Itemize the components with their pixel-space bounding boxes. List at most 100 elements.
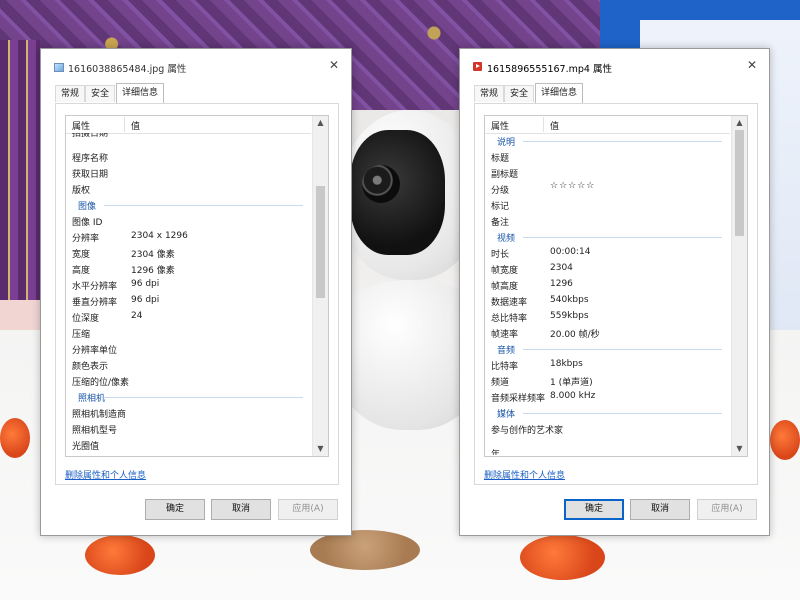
column-header-value[interactable]: 值 [550,119,559,132]
property-row[interactable]: 压缩的位/像素 [66,373,311,389]
property-row[interactable]: 获取日期 [66,165,311,181]
category-row[interactable]: 图像 [66,197,311,213]
ok-button[interactable]: 确定 [145,499,205,520]
property-name: 分辨率 [72,234,100,244]
property-row[interactable]: 分辨率 2304 x 1296 [66,229,311,245]
property-row[interactable]: 分级 ☆☆☆☆☆ [485,181,730,197]
property-row[interactable]: 分辨率单位 [66,341,311,357]
ok-button[interactable]: 确定 [564,499,624,520]
property-row[interactable]: 比特率 18kbps [485,357,730,373]
property-row[interactable]: 照相机型号 [66,421,311,437]
close-icon[interactable]: ✕ [327,58,341,72]
category-label: 照相机 [78,394,106,404]
category-divider [104,397,303,398]
property-row[interactable]: 位深度 24 [66,309,311,325]
background-cloth-left [0,40,40,300]
column-separator[interactable] [124,117,125,132]
cancel-button[interactable]: 取消 [211,499,271,520]
details-panel: 属性 值 拍摄日期程序名称获取日期 版权 图像 图像 ID 分辨率 2304 x 1296… [55,103,339,485]
property-row[interactable]: 垂直分辨率 96 dpi [66,293,311,309]
property-row[interactable]: 副标题 [485,165,730,181]
property-row[interactable]: 光圈值 [66,437,311,453]
tab-security[interactable]: 安全 [85,85,116,102]
column-separator[interactable] [543,117,544,132]
category-row[interactable]: 媒体 [485,405,730,421]
column-header-property[interactable]: 属性 [72,119,90,132]
property-name: 获取日期 [72,170,109,180]
title-bar[interactable]: 1616038865484.jpg 属性 ✕ [41,49,351,81]
category-row[interactable]: 照相机 [66,389,311,405]
vertical-scrollbar[interactable]: ▲ ▼ [731,116,747,456]
property-name: 垂直分辨率 [72,298,118,308]
property-row[interactable]: 音频采样频率 8.000 kHz [485,389,730,405]
property-row[interactable]: 时长 00:00:14 [485,245,730,261]
nut-shell [310,530,420,570]
scrollbar-thumb[interactable] [316,186,325,298]
category-row[interactable]: 说明 [485,133,730,149]
property-row[interactable]: 标记 [485,197,730,213]
property-row[interactable]: 参与创作的艺术家 [485,421,730,437]
vertical-scrollbar[interactable]: ▲ ▼ [312,116,328,456]
column-header-property[interactable]: 属性 [491,119,509,132]
category-divider [523,141,722,142]
orange-peel [0,418,30,458]
tab-general[interactable]: 常规 [474,85,505,102]
property-row[interactable]: 标题 [485,149,730,165]
column-header-value[interactable]: 值 [131,119,140,132]
scroll-up-arrow-icon[interactable]: ▲ [732,116,747,130]
property-row[interactable]: 年 [485,437,730,455]
orange-peel [520,535,605,580]
property-row[interactable]: 水平分辨率 96 dpi [66,277,311,293]
property-row[interactable]: 高度 1296 像素 [66,261,311,277]
scroll-down-arrow-icon[interactable]: ▼ [732,442,747,456]
list-header: 属性 值 [485,116,730,134]
tab-details[interactable]: 详细信息 [116,83,165,103]
property-row[interactable]: 宽度 2304 像素 [66,245,311,261]
remove-properties-link[interactable]: 删除属性和个人信息 [484,468,565,481]
title-bar[interactable]: 1615896555167.mp4 属性 ✕ [460,49,769,81]
property-row[interactable]: 颜色表示 [66,357,311,373]
property-row[interactable]: 数据速率 540kbps [485,293,730,309]
property-row[interactable]: 频道 1 (单声道) [485,373,730,389]
scroll-up-arrow-icon[interactable]: ▲ [313,116,328,130]
apply-button[interactable]: 应用(A) [278,499,338,520]
property-value: 2304 x 1296 [131,231,188,241]
category-row[interactable]: 视频 [485,229,730,245]
property-name: 压缩的位/像素 [72,378,130,388]
property-row[interactable]: 版权 [66,181,311,197]
property-row[interactable]: 总比特率 559kbps [485,309,730,325]
tab-general[interactable]: 常规 [55,85,86,102]
property-list[interactable]: 属性 值 拍摄日期程序名称获取日期 版权 图像 图像 ID 分辨率 2304 x 1296… [65,115,329,457]
property-row[interactable]: 帧速率 20.00 帧/秒 [485,325,730,341]
rating-stars-icon[interactable]: ☆☆☆☆☆ [550,181,595,191]
property-row[interactable]: 图像 ID [66,213,311,229]
property-value: 559kbps [550,311,589,321]
property-name: 位深度 [72,314,100,324]
details-panel: 属性 值 说明 标题 副标题分级 ☆☆☆☆☆ 标记 备注 视频 时长 00:00:14 帧宽度 23… [474,103,758,485]
tab-details[interactable]: 详细信息 [535,83,584,103]
property-row[interactable]: 程序名称 [66,149,311,165]
property-row[interactable]: 备注 [485,213,730,229]
property-row[interactable]: 帧宽度 2304 [485,261,730,277]
property-row[interactable]: 压缩 [66,325,311,341]
property-name: 分级 [491,186,510,196]
property-row[interactable]: 照相机制造商 [66,405,311,421]
scroll-down-arrow-icon[interactable]: ▼ [313,442,328,456]
property-row[interactable]: 拍摄日期 [66,133,311,149]
scrollbar-thumb[interactable] [735,130,744,236]
property-row[interactable]: 帧高度 1296 [485,277,730,293]
property-name: 音频采样频率 [491,394,546,404]
close-icon[interactable]: ✕ [745,58,759,72]
category-row[interactable]: 音频 [485,341,730,357]
apply-button[interactable]: 应用(A) [697,499,757,520]
property-name: 光圈值 [72,442,100,452]
property-name: 程序名称 [72,154,109,164]
category-divider [523,237,722,238]
cancel-button[interactable]: 取消 [630,499,690,520]
tab-security[interactable]: 安全 [504,85,535,102]
property-rows: 拍摄日期程序名称获取日期 版权 图像 图像 ID 分辨率 2304 x 1296 宽度 230… [66,133,311,455]
property-name: 年 [491,450,501,455]
property-name: 水平分辨率 [72,282,118,292]
remove-properties-link[interactable]: 删除属性和个人信息 [65,468,146,481]
property-list[interactable]: 属性 值 说明 标题 副标题分级 ☆☆☆☆☆ 标记 备注 视频 时长 00:00:14 帧宽度 23… [484,115,748,457]
